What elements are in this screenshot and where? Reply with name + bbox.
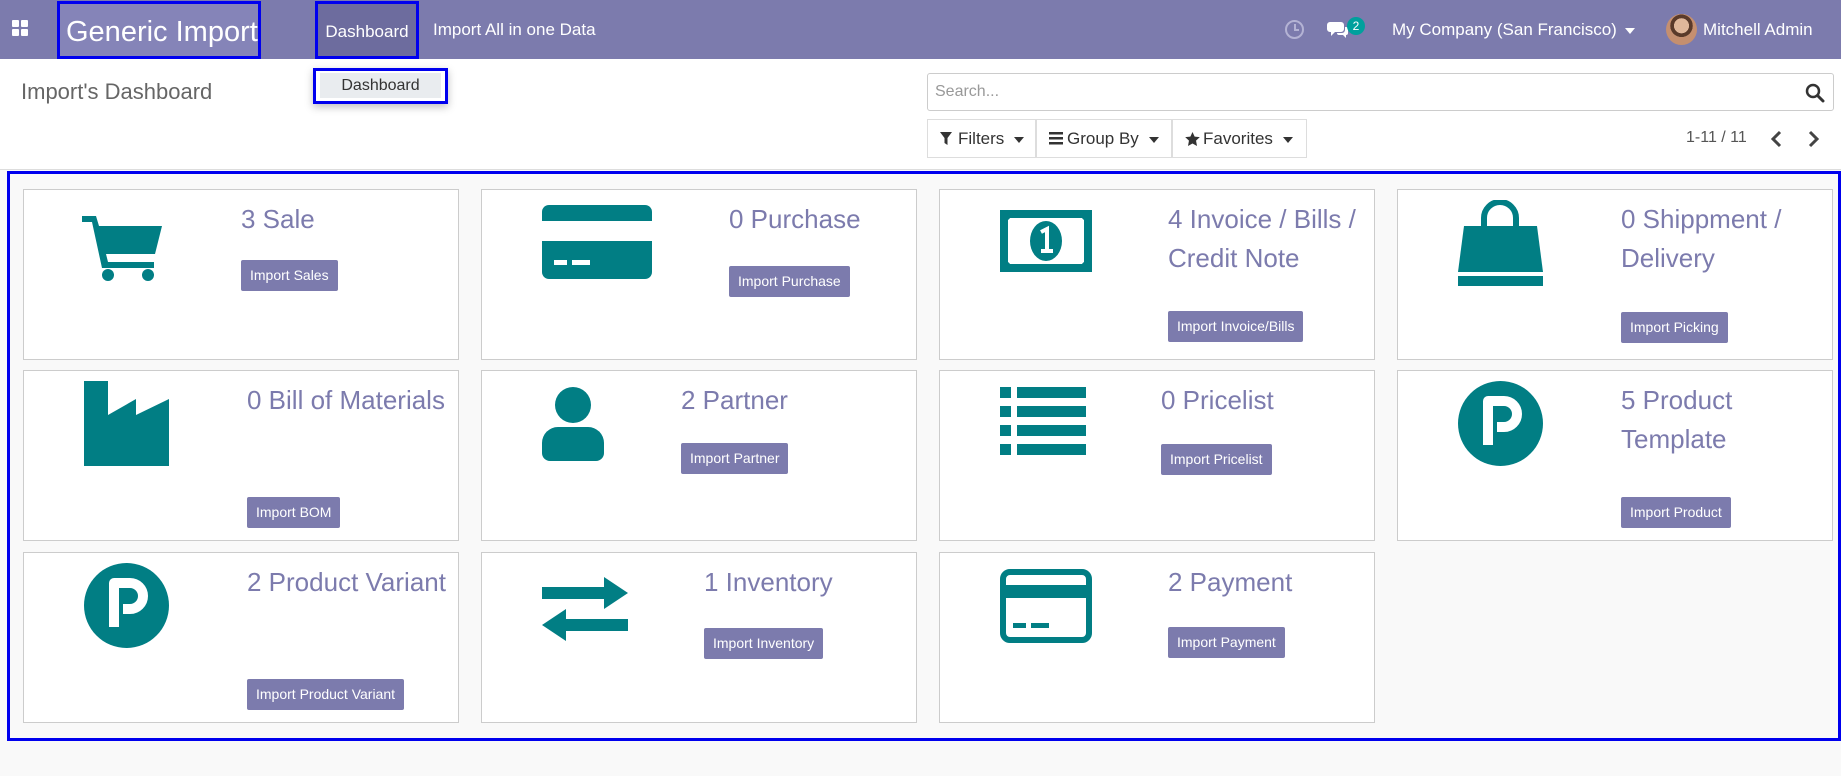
credit-card-outline-icon: [1000, 569, 1092, 643]
card-title: 4 Invoice / Bills / Credit Note: [1168, 204, 1356, 273]
group-by-label: Group By: [1067, 129, 1139, 148]
menu-import-all[interactable]: Import All in one Data: [433, 0, 596, 59]
apps-menu-icon[interactable]: [10, 18, 32, 40]
card-partner[interactable]: 2 Partner Import Partner: [481, 370, 917, 541]
page-title: Import's Dashboard: [21, 79, 213, 104]
shopping-bag-icon: [1458, 200, 1543, 286]
import-product-variant-button[interactable]: Import Product Variant: [247, 679, 405, 710]
card-inventory[interactable]: 1 Inventory Import Inventory: [481, 552, 917, 723]
chat-icon[interactable]: [1327, 20, 1349, 38]
favorites-label: Favorites: [1203, 129, 1273, 148]
card-title: 0 Pricelist: [1161, 385, 1274, 415]
user-name[interactable]: Mitchell Admin: [1703, 0, 1813, 59]
import-purchase-button[interactable]: Import Purchase: [729, 266, 850, 297]
favorites-button[interactable]: Favorites: [1172, 119, 1307, 158]
import-pricelist-button[interactable]: Import Pricelist: [1161, 444, 1272, 475]
cart-icon: [82, 216, 162, 281]
card-purchase[interactable]: 0 Purchase Import Purchase: [481, 189, 917, 360]
search-icon[interactable]: [1805, 83, 1825, 103]
top-navbar: Generic Import Dashboard Import All in o…: [0, 0, 1841, 59]
card-invoice[interactable]: 4 Invoice / Bills / Credit Note Import I…: [939, 189, 1375, 360]
bars-icon: [1049, 132, 1063, 145]
card-title: 0 Shippment / Delivery: [1621, 204, 1782, 273]
activity-clock-icon[interactable]: [1285, 20, 1304, 39]
card-title: 0 Bill of Materials: [247, 385, 445, 415]
card-title: 5 Product Template: [1621, 385, 1733, 454]
card-title: 2 Partner: [681, 385, 788, 415]
chevron-down-icon: [1014, 136, 1025, 143]
filter-icon: [940, 132, 952, 145]
factory-icon: [84, 381, 169, 466]
dropdown-item-dashboard[interactable]: Dashboard: [320, 73, 441, 98]
money-bill-icon: [1000, 210, 1092, 272]
card-sale[interactable]: 3 Sale Import Sales: [23, 189, 459, 360]
import-sales-button[interactable]: Import Sales: [241, 260, 338, 291]
card-bom[interactable]: 0 Bill of Materials Import BOM: [23, 370, 459, 541]
credit-card-icon: [542, 205, 652, 279]
group-by-button[interactable]: Group By: [1036, 119, 1172, 158]
card-product-template[interactable]: 5 Product Template Import Product: [1397, 370, 1833, 541]
avatar[interactable]: [1666, 14, 1697, 45]
chevron-down-icon: [1624, 27, 1635, 34]
menu-dashboard[interactable]: Dashboard: [315, 1, 419, 59]
import-product-button[interactable]: Import Product: [1621, 497, 1731, 528]
search-box: [927, 73, 1834, 111]
import-picking-button[interactable]: Import Picking: [1621, 312, 1728, 343]
import-bom-button[interactable]: Import BOM: [247, 497, 341, 528]
filters-label: Filters: [958, 129, 1005, 148]
parking-circle-icon: [84, 563, 169, 648]
parking-circle-icon: [1458, 381, 1543, 466]
control-panel: Import's Dashboard Filters Group By Favo…: [0, 59, 1841, 170]
kanban-view: 3 Sale Import Sales 0 Purchase Import Pu…: [7, 171, 1841, 741]
card-title: 3 Sale: [241, 204, 315, 234]
chevron-right-icon[interactable]: [1803, 129, 1823, 149]
app-name[interactable]: Generic Import: [57, 1, 261, 59]
card-title: 1 Inventory: [704, 567, 833, 597]
chat-count-badge: 2: [1347, 17, 1365, 35]
company-switcher[interactable]: My Company (San Francisco): [1392, 0, 1635, 59]
card-payment[interactable]: 2 Payment Import Payment: [939, 552, 1375, 723]
import-invoice-button[interactable]: Import Invoice/Bills: [1168, 311, 1304, 342]
chevron-down-icon: [1148, 136, 1159, 143]
star-icon: [1185, 132, 1200, 146]
card-title: 0 Purchase: [729, 204, 861, 234]
user-icon: [542, 387, 604, 461]
chevron-down-icon: [1282, 136, 1293, 143]
card-shipment[interactable]: 0 Shippment / Delivery Import Picking: [1397, 189, 1833, 360]
list-icon: [1000, 387, 1086, 455]
import-payment-button[interactable]: Import Payment: [1168, 627, 1285, 658]
import-partner-button[interactable]: Import Partner: [681, 443, 789, 474]
exchange-arrows-icon: [542, 577, 628, 641]
filters-button[interactable]: Filters: [927, 119, 1036, 158]
dashboard-dropdown: Dashboard: [313, 68, 448, 104]
company-label: My Company (San Francisco): [1392, 20, 1617, 39]
pager-value[interactable]: 1-11 / 11: [1686, 129, 1747, 147]
chevron-left-icon[interactable]: [1767, 129, 1787, 149]
card-product-variant[interactable]: 2 Product Variant Import Product Variant: [23, 552, 459, 723]
search-input[interactable]: [935, 74, 1785, 110]
card-pricelist[interactable]: 0 Pricelist Import Pricelist: [939, 370, 1375, 541]
card-title: 2 Product Variant: [247, 567, 446, 597]
card-title: 2 Payment: [1168, 567, 1293, 597]
import-inventory-button[interactable]: Import Inventory: [704, 628, 824, 659]
